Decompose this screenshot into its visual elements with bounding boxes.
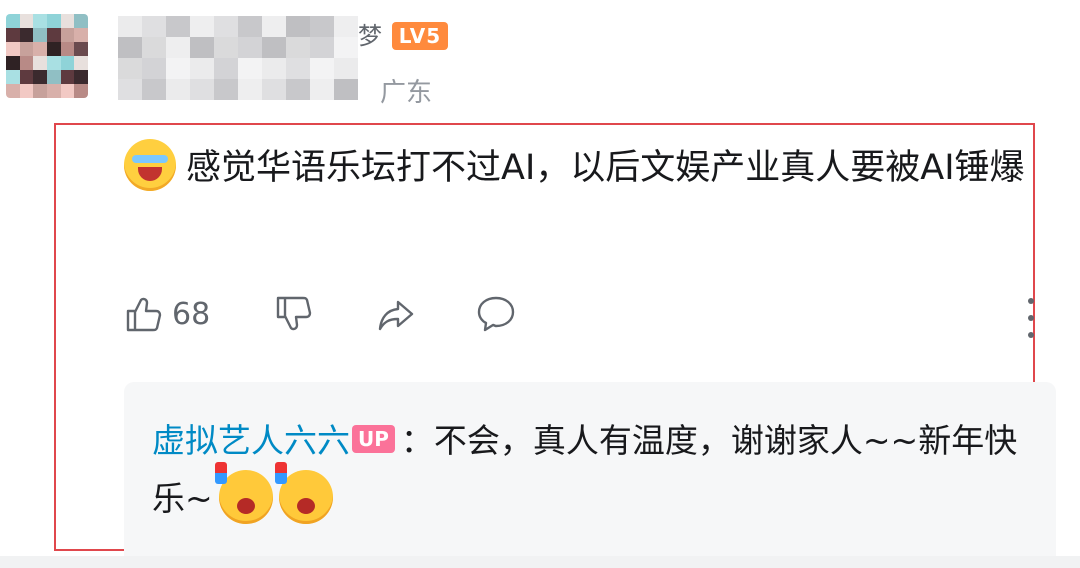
share-button[interactable] xyxy=(376,294,416,334)
more-options-icon[interactable] xyxy=(1024,298,1038,338)
thumbs-down-icon xyxy=(276,296,312,331)
cheering-emoji-icon xyxy=(274,462,333,524)
comment-actions: 68 xyxy=(124,294,1024,344)
up-badge: UP xyxy=(352,425,395,453)
like-count: 68 xyxy=(172,296,211,332)
reply-username[interactable]: 虚拟艺人六六 xyxy=(152,421,350,460)
username-blurred[interactable] xyxy=(118,16,358,100)
comment-body: 感觉华语乐坛打不过AI，以后文娱产业真人要被AI锤爆 xyxy=(124,138,1034,198)
ip-location: 广东 xyxy=(380,78,433,108)
laughing-crying-emoji-icon xyxy=(124,139,176,191)
like-button[interactable]: 68 xyxy=(124,294,210,334)
reply-content: 虚拟艺人六六 UP ：不会，真人有温度，谢谢家人~~新年快乐~ xyxy=(152,412,1032,528)
reply-button[interactable] xyxy=(476,294,516,334)
bottom-divider xyxy=(0,556,1080,568)
thumbs-up-icon xyxy=(126,297,162,332)
avatar[interactable] xyxy=(6,14,88,98)
comment-text: 感觉华语乐坛打不过AI，以后文娱产业真人要被AI锤爆 xyxy=(186,148,1025,188)
comment-bubble-icon xyxy=(477,296,515,332)
cheering-emoji-icon xyxy=(214,462,273,524)
level-badge: LV5 xyxy=(392,22,448,50)
dislike-button[interactable] xyxy=(274,294,314,334)
share-icon xyxy=(378,300,414,331)
username-tail: 梦 xyxy=(358,22,382,50)
